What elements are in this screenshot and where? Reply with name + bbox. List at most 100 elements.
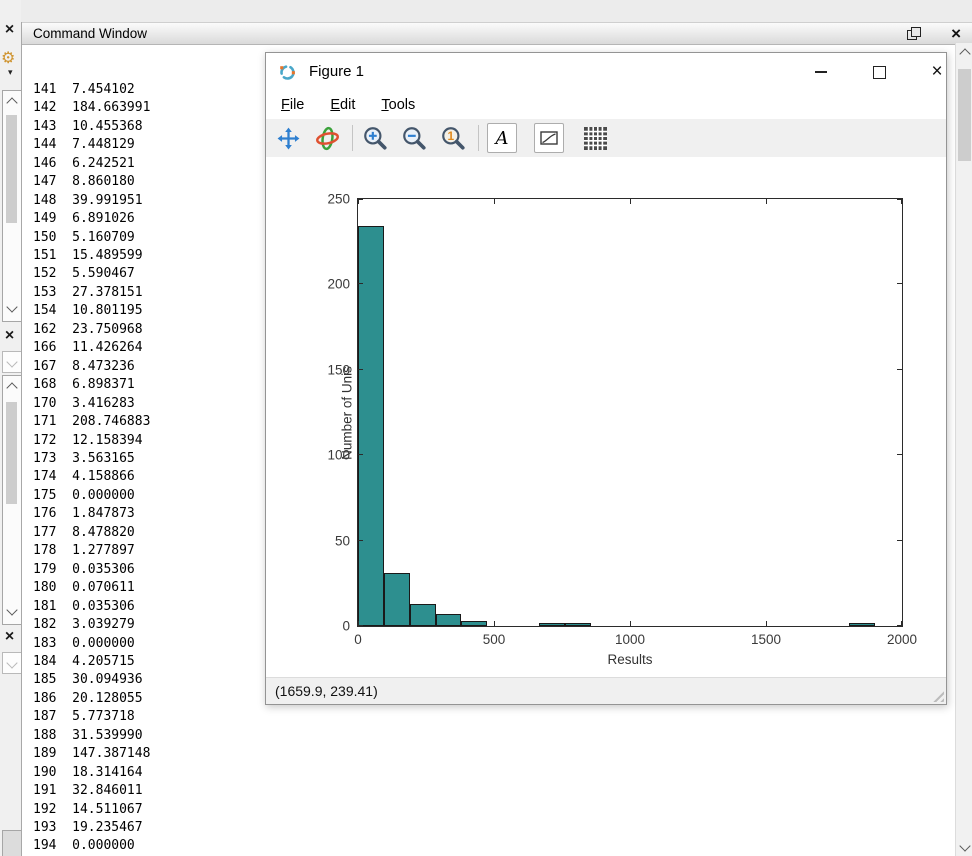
- gear-icon[interactable]: ⚙: [1, 50, 15, 68]
- x-tick: [494, 199, 495, 204]
- output-line: 189 147.387148: [33, 745, 956, 763]
- zoom-original-icon: 1: [440, 125, 466, 151]
- y-tick-label: 100: [308, 448, 350, 463]
- pan-icon: [276, 126, 301, 151]
- command-window-titlebar[interactable]: Command Window ×: [22, 22, 972, 45]
- maximize-button[interactable]: [870, 53, 888, 91]
- pan-tool-button[interactable]: [274, 124, 302, 152]
- text-a-icon: A: [496, 128, 509, 149]
- histogram-bar: [436, 614, 462, 626]
- dock-scrollbar: [2, 90, 21, 322]
- scrollbar-thumb[interactable]: [6, 402, 17, 504]
- grid-toggle-button[interactable]: [581, 124, 609, 152]
- octave-main-window: × ⚙ ▾ × × Command Window ×: [0, 0, 972, 856]
- menu-file[interactable]: File: [272, 94, 313, 116]
- scroll-up-icon[interactable]: [6, 97, 17, 108]
- x-tick: [766, 621, 767, 626]
- x-tick-label: 1500: [751, 632, 781, 647]
- dropdown-edge[interactable]: [2, 351, 21, 373]
- resize-grip[interactable]: [933, 691, 944, 702]
- y-tick: [358, 199, 363, 200]
- minimize-button[interactable]: [812, 53, 830, 91]
- cursor-coordinates: (1659.9, 239.41): [275, 683, 378, 699]
- dock-scrollbar: [2, 375, 21, 625]
- output-line: 192 14.511067: [33, 801, 956, 819]
- insert-text-button[interactable]: A: [487, 123, 517, 153]
- histogram-bar: [410, 604, 436, 626]
- dock-scroll-end: [2, 830, 21, 856]
- axes-button[interactable]: [534, 123, 564, 153]
- figure-title: Figure 1: [309, 63, 364, 80]
- menu-tools[interactable]: Tools: [372, 94, 424, 116]
- histogram-bar: [384, 573, 410, 626]
- close-icon[interactable]: ×: [951, 25, 961, 43]
- y-tick: [897, 540, 902, 541]
- scroll-up-icon[interactable]: [959, 48, 970, 59]
- scroll-down-icon[interactable]: [6, 301, 17, 312]
- x-tick: [630, 199, 631, 204]
- zoom-in-icon: [362, 125, 388, 151]
- y-tick: [897, 369, 902, 370]
- output-line: 187 5.773718: [33, 708, 956, 726]
- y-tick-label: 200: [308, 277, 350, 292]
- rotate-icon: [315, 126, 340, 151]
- close-icon[interactable]: ×: [0, 626, 19, 648]
- zoom-out-icon: [401, 125, 427, 151]
- scroll-down-icon[interactable]: [959, 840, 970, 851]
- command-window-title: Command Window: [33, 26, 147, 41]
- output-line: 188 31.539990: [33, 727, 956, 745]
- x-tick-label: 0: [354, 632, 362, 647]
- figure-window: Figure 1 × File Edit Tools: [265, 52, 947, 705]
- histogram-bar: [358, 226, 384, 626]
- y-tick: [358, 540, 363, 541]
- y-tick: [358, 369, 363, 370]
- svg-text:1: 1: [448, 129, 455, 143]
- output-line: 190 18.314164: [33, 764, 956, 782]
- x-tick-label: 500: [483, 632, 506, 647]
- figure-menubar: File Edit Tools: [266, 91, 946, 119]
- close-icon[interactable]: ×: [0, 325, 19, 347]
- x-tick: [766, 199, 767, 204]
- zoom-out-button[interactable]: [400, 124, 428, 152]
- close-icon[interactable]: ×: [0, 19, 19, 41]
- y-tick-label: 250: [308, 192, 350, 207]
- octave-logo-icon: [279, 64, 296, 81]
- y-tick: [897, 283, 902, 284]
- scroll-down-icon[interactable]: [6, 604, 17, 615]
- scrollbar-thumb[interactable]: [6, 115, 17, 223]
- plot-canvas[interactable]: Number of Unis Results 05001000150020000…: [266, 157, 946, 680]
- x-tick: [494, 621, 495, 626]
- histogram-bar: [849, 623, 875, 626]
- left-dock-edge: × ⚙ ▾ × ×: [0, 0, 21, 856]
- axes-icon: [540, 131, 558, 145]
- chevron-down-icon: [6, 356, 17, 367]
- y-tick: [358, 283, 363, 284]
- toolbar-separator: [478, 125, 479, 151]
- y-tick-label: 50: [308, 533, 350, 548]
- axes[interactable]: Number of Unis Results 05001000150020000…: [357, 198, 903, 627]
- rotate-tool-button[interactable]: [313, 124, 341, 152]
- y-tick: [358, 625, 363, 626]
- close-button[interactable]: ×: [928, 53, 946, 91]
- toolbar-separator: [352, 125, 353, 151]
- scrollbar-thumb[interactable]: [958, 69, 971, 161]
- menu-edit[interactable]: Edit: [321, 94, 364, 116]
- x-tick-label: 2000: [887, 632, 917, 647]
- y-tick-label: 0: [308, 619, 350, 634]
- output-line: 194 0.000000: [33, 837, 956, 855]
- output-line: 191 32.846011: [33, 782, 956, 800]
- histogram-bar: [539, 623, 565, 626]
- grid-icon: [584, 127, 607, 150]
- zoom-original-button[interactable]: 1: [439, 124, 467, 152]
- caret-down-icon[interactable]: ▾: [8, 68, 13, 76]
- y-tick: [897, 454, 902, 455]
- zoom-in-button[interactable]: [361, 124, 389, 152]
- command-window-scrollbar[interactable]: [955, 43, 972, 856]
- figure-titlebar[interactable]: Figure 1 ×: [266, 53, 946, 91]
- dropdown-edge[interactable]: [2, 652, 21, 674]
- scroll-up-icon[interactable]: [6, 382, 17, 393]
- y-tick: [358, 454, 363, 455]
- figure-toolbar: 1 A: [266, 119, 946, 157]
- y-tick: [897, 625, 902, 626]
- undock-icon[interactable]: [907, 27, 921, 40]
